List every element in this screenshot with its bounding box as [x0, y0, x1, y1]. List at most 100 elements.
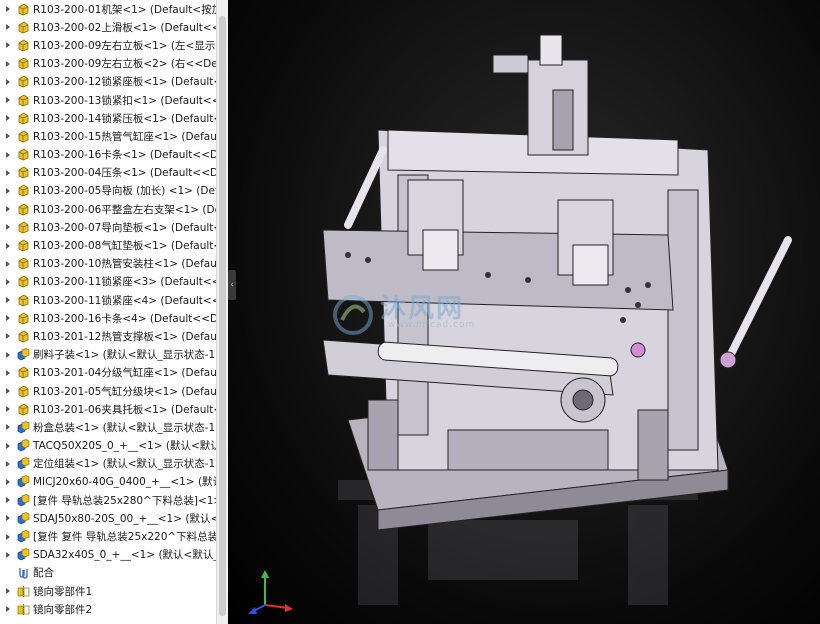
expand-arrow-icon[interactable] [4, 222, 14, 232]
expand-arrow-icon[interactable] [4, 568, 14, 578]
expand-arrow-icon[interactable] [4, 422, 14, 432]
expand-arrow-icon[interactable] [4, 441, 14, 451]
tree-item-label: 配合 [33, 567, 54, 580]
expand-arrow-icon[interactable] [4, 386, 14, 396]
expand-arrow-icon[interactable] [4, 404, 14, 414]
tree-item[interactable]: 配合 [0, 564, 216, 582]
assembly-icon [17, 457, 30, 470]
tree-item[interactable]: R103-200-14锁紧压板<1> (Default<< [0, 109, 216, 127]
expand-arrow-icon[interactable] [4, 168, 14, 178]
tree-item[interactable]: [复件 复件 导轨总装25x220^下料总装 [0, 527, 216, 545]
expand-arrow-icon[interactable] [4, 40, 14, 50]
assembly-icon [17, 511, 30, 525]
expand-arrow-icon[interactable] [4, 59, 14, 69]
tree-item[interactable]: R103-201-04分级气缸座<1> (Default< [0, 364, 216, 382]
expand-arrow-icon[interactable] [4, 277, 14, 287]
part-icon [17, 148, 30, 161]
part-icon [17, 275, 30, 288]
expand-arrow-icon[interactable] [4, 113, 14, 123]
tree-item[interactable]: R103-200-13锁紧扣<1> (Default<<De [0, 91, 216, 109]
expand-arrow-icon[interactable] [4, 150, 14, 160]
tree-item[interactable]: R103-200-06平整盒左右支架<1> (Defa [0, 200, 216, 218]
assembly-icon [17, 439, 30, 452]
expand-arrow-icon[interactable] [4, 313, 14, 323]
part-icon [17, 57, 30, 70]
expand-arrow-icon[interactable] [4, 204, 14, 214]
expand-arrow-icon[interactable] [4, 368, 14, 378]
tree-item[interactable]: R103-200-04压条<1> (Default<<Defa [0, 164, 216, 182]
expand-arrow-icon[interactable] [4, 459, 14, 469]
tree-item[interactable]: TACQ50X20S_0_+__<1> (默认<默认_显 [0, 437, 216, 455]
tree-item[interactable]: R103-200-11锁紧座<4> (Default<<De [0, 291, 216, 309]
tree-item[interactable]: R103-200-05导向板 (加长) <1> (Def [0, 182, 216, 200]
expand-arrow-icon[interactable] [4, 604, 14, 614]
watermark-logo-icon [333, 295, 373, 335]
tree-item[interactable]: R103-200-11锁紧座<3> (Default<<De [0, 273, 216, 291]
tree-item[interactable]: R103-200-08气缸垫板<1> (Default<< [0, 236, 216, 254]
expand-arrow-icon[interactable] [4, 350, 14, 360]
tree-item-label: R103-200-10热管安装柱<1> (Default< [33, 258, 216, 271]
tree-item[interactable]: 镜向零部件1 [0, 582, 216, 600]
tree-item[interactable]: [复件 导轨总装25x280^下料总装]<1> [0, 491, 216, 509]
graphics-area[interactable]: 沐风网 www.mfcad.com [228, 0, 820, 624]
tree-item[interactable]: R103-201-05气缸分级块<1> (Default< [0, 382, 216, 400]
scrollbar-thumb[interactable] [219, 16, 226, 616]
tree-item-label: 刷料子装<1> (默认<默认_显示状态-1>) [33, 349, 216, 362]
expand-arrow-icon[interactable] [4, 77, 14, 87]
tree-item[interactable]: R103-200-02上滑板<1> (Default<<De [0, 18, 216, 36]
tree-item[interactable]: R103-200-07导向垫板<1> (Default<< [0, 218, 216, 236]
feature-manager-tree: R103-200-01机架<1> (Default<按加工 R103-200-02… [0, 0, 216, 624]
tree-scrollbar[interactable] [216, 0, 228, 624]
tree-item[interactable]: MICJ20x60-40G_0400_+__<1> (默认< [0, 473, 216, 491]
expand-arrow-icon[interactable] [4, 241, 14, 251]
expand-arrow-icon[interactable] [4, 95, 14, 105]
tree-item-label: R103-200-16卡条<1> (Default<<Defa [33, 149, 216, 162]
expand-arrow-icon[interactable] [4, 513, 14, 523]
expand-arrow-icon[interactable] [4, 4, 14, 14]
tree-item[interactable]: SDAJ50x80-20S_00_+__<1> (默认<默认 [0, 509, 216, 527]
tree-item[interactable]: R103-200-12锁紧座板<1> (Default<< [0, 73, 216, 91]
expand-arrow-icon[interactable] [4, 532, 14, 542]
tree-item-label: R103-201-04分级气缸座<1> (Default< [33, 367, 216, 380]
tree-item[interactable]: SDA32x40S_0_+__<1> (默认<默认_显示 [0, 546, 216, 564]
tree-item[interactable]: R103-200-09左右立板<2> (右<<Defau [0, 55, 216, 73]
tree-item[interactable]: 镜向零部件2 [0, 600, 216, 618]
machine-model-render [322, 34, 792, 605]
expand-arrow-icon[interactable] [4, 131, 14, 141]
watermark-url: www.mfcad.com [388, 320, 476, 330]
panel-collapse-handle[interactable]: ‹ [228, 270, 236, 300]
tree-item-label: R103-200-11锁紧座<4> (Default<<De [33, 294, 216, 307]
part-icon [17, 203, 30, 216]
tree-item-label: R103-200-08气缸垫板<1> (Default<< [33, 240, 216, 253]
expand-arrow-icon[interactable] [4, 586, 14, 596]
expand-arrow-icon[interactable] [4, 186, 14, 196]
part-icon [17, 403, 30, 416]
tree-item[interactable]: R103-201-06夹具托板<1> (Default<< [0, 400, 216, 418]
expand-arrow-icon[interactable] [4, 331, 14, 341]
part-icon [17, 385, 30, 398]
tree-item-label: R103-200-04压条<1> (Default<<Defa [33, 167, 216, 180]
tree-item[interactable]: 定位组装<1> (默认<默认_显示状态-1>) [0, 455, 216, 473]
part-icon [17, 330, 30, 343]
expand-arrow-icon[interactable] [4, 295, 14, 305]
tree-item[interactable]: R103-200-01机架<1> (Default<按加工 [0, 0, 216, 18]
tree-item[interactable]: R103-200-16卡条<1> (Default<<Defa [0, 146, 216, 164]
expand-arrow-icon[interactable] [4, 22, 14, 32]
expand-arrow-icon[interactable] [4, 495, 14, 505]
tree-item[interactable]: R103-201-12热管支撑板<1> (Default< [0, 327, 216, 345]
expand-arrow-icon[interactable] [4, 477, 14, 487]
tree-item-label: 定位组装<1> (默认<默认_显示状态-1>) [33, 458, 216, 471]
expand-arrow-icon[interactable] [4, 550, 14, 560]
tree-item[interactable]: 粉盒总装<1> (默认<默认_显示状态-1>) [0, 418, 216, 436]
tree-item[interactable]: R103-200-10热管安装柱<1> (Default< [0, 255, 216, 273]
expand-arrow-icon[interactable] [4, 259, 14, 269]
tree-item[interactable]: R103-200-09左右立板<1> (左<显示状 [0, 36, 216, 54]
tree-item[interactable]: 刷料子装<1> (默认<默认_显示状态-1>) [0, 346, 216, 364]
part-icon [17, 166, 30, 179]
tree-item-label: R103-200-16卡条<4> (Default<<Defa [33, 312, 216, 325]
tree-item[interactable]: R103-200-16卡条<4> (Default<<Defa [0, 309, 216, 327]
tree-item[interactable]: R103-200-15热管气缸座<1> (Default< [0, 127, 216, 145]
tree-item-label: 镜向零部件2 [33, 603, 93, 616]
part-icon [17, 184, 30, 197]
tree-item-label: R103-200-13锁紧扣<1> (Default<<De [33, 94, 216, 107]
